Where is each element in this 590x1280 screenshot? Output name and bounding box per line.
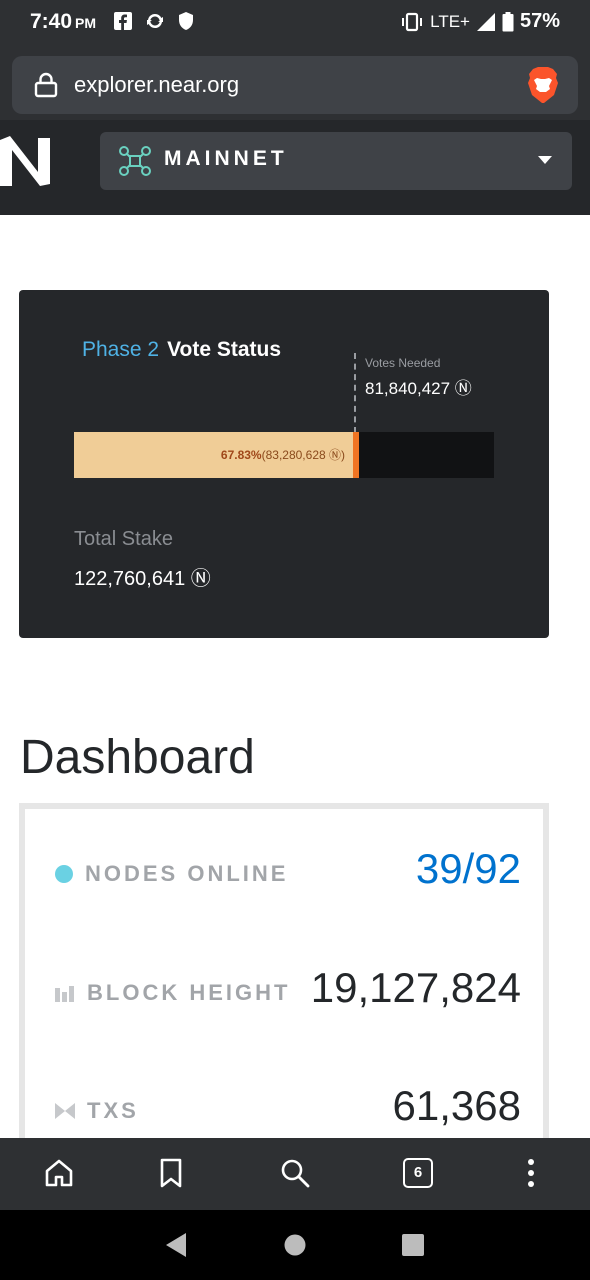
vote-progress-text: 67.83%(83,280,628 Ⓝ) xyxy=(221,446,345,463)
sync-icon xyxy=(147,13,163,29)
nodes-online-row[interactable]: NODES ONLINE 39/92 xyxy=(55,845,521,905)
block-height-value[interactable]: 19,127,824 xyxy=(311,964,521,1012)
vote-status-card: Phase 2 Vote Status Votes Needed 81,840,4… xyxy=(19,290,549,638)
block-height-text: BLOCK HEIGHT xyxy=(87,980,291,1005)
votes-needed-label: Votes Needed xyxy=(365,356,441,370)
browser-toolbar: explorer.near.org xyxy=(0,44,590,130)
status-time-value: 7:40 xyxy=(30,10,73,33)
txs-text: TXS xyxy=(87,1098,139,1123)
network-selector[interactable]: MAINNET xyxy=(100,132,572,190)
url-text[interactable]: explorer.near.org xyxy=(74,72,239,98)
block-height-label: BLOCK HEIGHT xyxy=(55,980,290,1006)
vote-progress-bar: 67.83%(83,280,628 Ⓝ) xyxy=(74,432,494,478)
status-dot-icon xyxy=(55,865,73,883)
vote-progress-fill: 67.83%(83,280,628 Ⓝ) xyxy=(74,432,359,478)
back-icon[interactable] xyxy=(164,1232,188,1258)
txs-label: TXS xyxy=(55,1098,139,1124)
site-header: MAINNET xyxy=(0,120,590,215)
status-time: 7:40 PM xyxy=(30,10,96,34)
android-nav-bar xyxy=(0,1210,590,1280)
phase-label: Phase 2 xyxy=(82,338,160,361)
network-icon xyxy=(119,146,151,176)
status-bar: 7:40 PM LTE+ 57% xyxy=(0,0,590,44)
near-logo[interactable] xyxy=(0,134,52,188)
dashboard-card: NODES ONLINE 39/92 BLOCK HEIGHT 19,127,8… xyxy=(19,803,549,1163)
txs-row[interactable]: TXS 61,368 xyxy=(55,1082,521,1142)
nodes-online-label: NODES ONLINE xyxy=(55,861,288,887)
vote-progress-marker xyxy=(353,432,359,478)
home-icon[interactable] xyxy=(44,1158,74,1188)
bar-chart-icon xyxy=(55,986,74,1002)
transactions-icon xyxy=(55,1103,75,1119)
battery-percent: 57% xyxy=(519,10,560,32)
chevron-down-icon xyxy=(538,156,552,164)
recents-icon[interactable] xyxy=(401,1233,425,1257)
lock-icon xyxy=(34,72,58,98)
signal-icon xyxy=(476,12,495,31)
shield-icon xyxy=(179,12,193,30)
vote-progress-percent: 67.83% xyxy=(220,448,262,462)
vibrate-icon xyxy=(402,12,423,31)
search-icon[interactable] xyxy=(280,1158,310,1188)
status-ampm: PM xyxy=(75,15,97,31)
bookmark-icon[interactable] xyxy=(159,1158,183,1188)
home-circle-icon[interactable] xyxy=(284,1234,306,1256)
vote-status-heading: Vote Status xyxy=(167,338,282,361)
total-stake-value: 122,760,641 Ⓝ xyxy=(74,568,211,590)
txs-value[interactable]: 61,368 xyxy=(393,1082,521,1130)
vote-progress-amount: (83,280,628 Ⓝ) xyxy=(261,448,345,462)
status-right: LTE+ 57% xyxy=(400,10,560,33)
nodes-online-value[interactable]: 39/92 xyxy=(416,845,521,893)
network-label: MAINNET xyxy=(164,147,288,170)
url-bar[interactable]: explorer.near.org xyxy=(12,56,578,114)
brave-lion-icon[interactable] xyxy=(526,66,560,104)
facebook-icon xyxy=(114,12,132,30)
browser-bottom-bar: 6 xyxy=(0,1138,590,1210)
votes-needed-marker xyxy=(354,353,356,433)
more-menu-icon[interactable] xyxy=(524,1158,538,1188)
battery-icon xyxy=(502,11,514,31)
block-height-row[interactable]: BLOCK HEIGHT 19,127,824 xyxy=(55,964,521,1024)
tab-count-button[interactable]: 6 xyxy=(403,1158,433,1188)
total-stake-label: Total Stake xyxy=(74,528,173,550)
nodes-online-text: NODES ONLINE xyxy=(85,861,289,886)
network-type: LTE+ xyxy=(430,11,470,31)
dashboard-title: Dashboard xyxy=(20,731,255,784)
vote-status-title: Phase 2 Vote Status xyxy=(82,338,281,362)
votes-needed-value: 81,840,427 Ⓝ xyxy=(365,379,472,398)
